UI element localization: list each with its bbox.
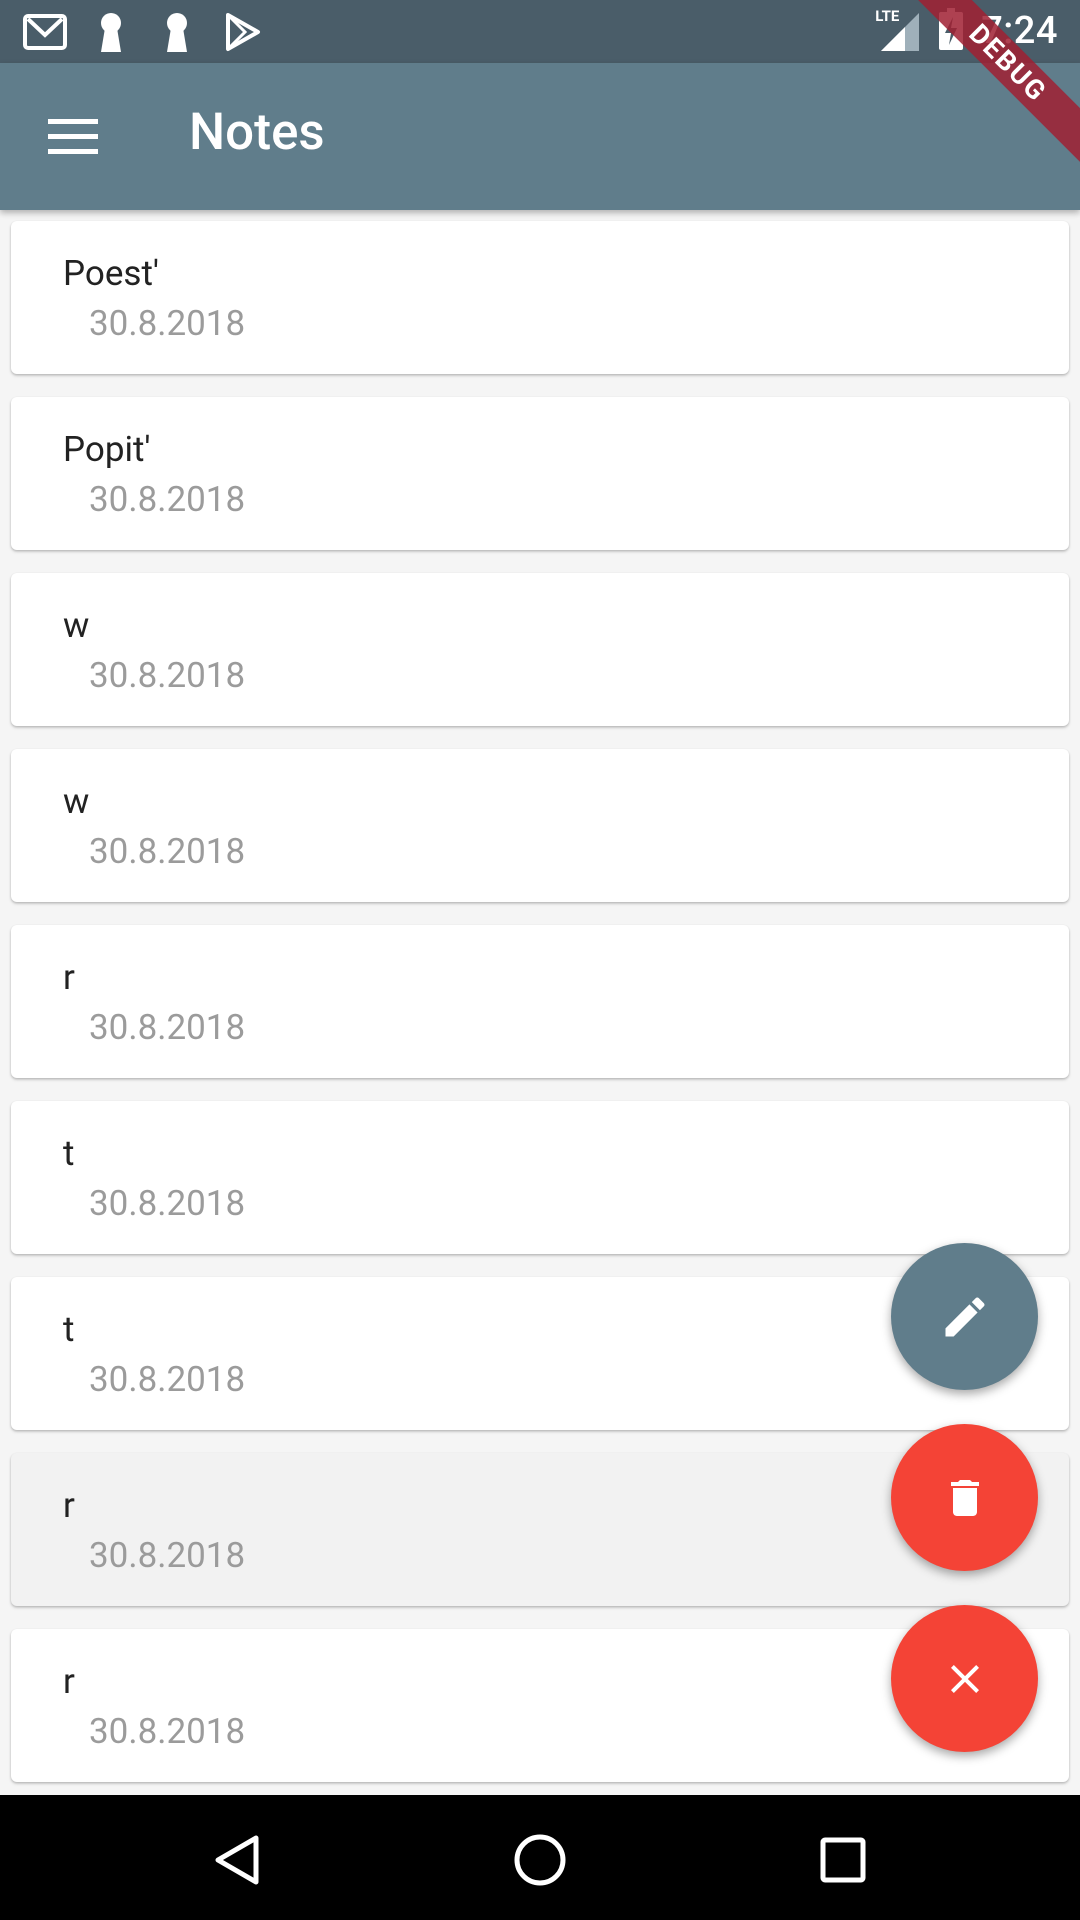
note-date: 30.8.2018 bbox=[89, 479, 246, 520]
note-title: w bbox=[63, 781, 90, 822]
note-date: 30.8.2018 bbox=[89, 303, 246, 344]
nav-recents-button[interactable] bbox=[808, 1825, 878, 1895]
app-bar: Notes bbox=[0, 63, 1080, 210]
note-date: 30.8.2018 bbox=[89, 1007, 246, 1048]
delete-note-button[interactable] bbox=[891, 1424, 1038, 1571]
note-title: Popit' bbox=[63, 429, 151, 470]
note-title: w bbox=[63, 605, 90, 646]
note-card[interactable]: w 30.8.2018 bbox=[11, 749, 1069, 902]
note-card[interactable]: w 30.8.2018 bbox=[11, 573, 1069, 726]
note-title: t bbox=[63, 1133, 75, 1174]
screen: LTE 7:24 Notes DEBUG Poest' 30.8.2018 Po… bbox=[0, 0, 1080, 1920]
nav-home-button[interactable] bbox=[505, 1825, 575, 1895]
note-card[interactable]: t 30.8.2018 bbox=[11, 1101, 1069, 1254]
note-date: 30.8.2018 bbox=[89, 1359, 246, 1400]
menu-button[interactable] bbox=[36, 107, 110, 167]
note-title: Poest' bbox=[63, 253, 160, 294]
page-title: Notes bbox=[189, 103, 325, 162]
navigation-bar bbox=[0, 1795, 1080, 1920]
note-card[interactable]: Popit' 30.8.2018 bbox=[11, 397, 1069, 550]
menu-icon bbox=[48, 119, 98, 154]
close-icon bbox=[950, 1664, 979, 1693]
keyhole-icon bbox=[88, 10, 134, 54]
note-date: 30.8.2018 bbox=[89, 1535, 246, 1576]
edit-note-button[interactable] bbox=[891, 1243, 1038, 1390]
notes-list[interactable]: Poest' 30.8.2018 Popit' 30.8.2018 w 30.8.2018… bbox=[0, 210, 1080, 1795]
note-title: t bbox=[63, 1309, 75, 1350]
home-icon bbox=[514, 1834, 566, 1886]
note-date: 30.8.2018 bbox=[89, 655, 246, 696]
note-card[interactable]: r 30.8.2018 bbox=[11, 925, 1069, 1078]
note-date: 30.8.2018 bbox=[89, 1183, 246, 1224]
note-title: r bbox=[63, 1485, 75, 1526]
gmail-icon bbox=[22, 10, 68, 54]
note-card[interactable]: Poest' 30.8.2018 bbox=[11, 221, 1069, 374]
play-store-icon bbox=[220, 10, 266, 54]
pencil-icon bbox=[945, 1296, 985, 1336]
signal-icon: LTE bbox=[875, 7, 921, 53]
recents-icon bbox=[820, 1837, 866, 1883]
status-bar: LTE 7:24 bbox=[0, 0, 1080, 63]
note-title: r bbox=[63, 957, 75, 998]
close-menu-button[interactable] bbox=[891, 1605, 1038, 1752]
nav-back-button[interactable] bbox=[202, 1825, 272, 1895]
keyhole-icon bbox=[154, 10, 200, 54]
note-title: r bbox=[63, 1661, 75, 1702]
notification-icons bbox=[22, 10, 266, 54]
note-date: 30.8.2018 bbox=[89, 1711, 246, 1752]
trash-icon bbox=[950, 1479, 979, 1516]
back-icon bbox=[215, 1835, 259, 1885]
note-date: 30.8.2018 bbox=[89, 831, 246, 872]
